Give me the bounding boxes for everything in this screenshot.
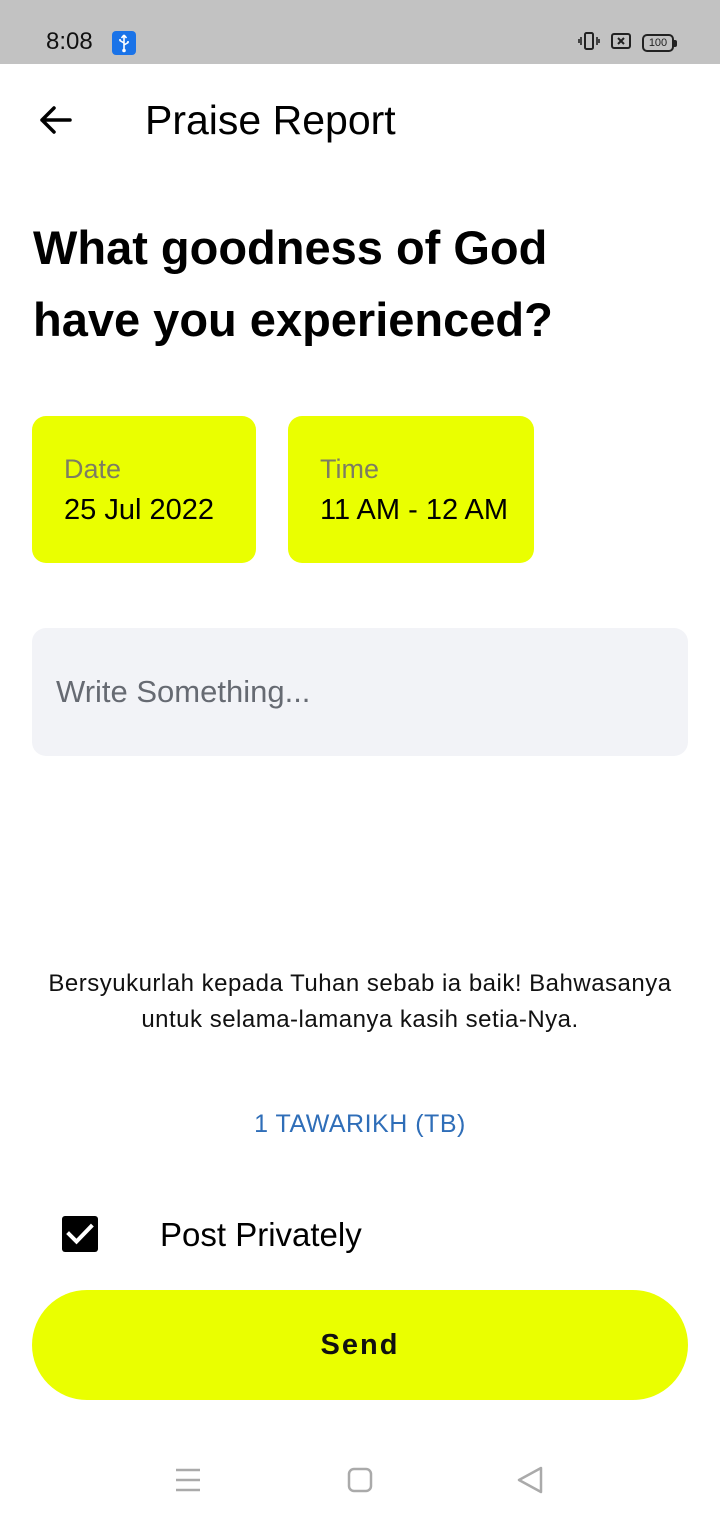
send-button[interactable]: Send [32,1290,688,1400]
headline-question: What goodness of God have you experience… [33,212,693,356]
home-button[interactable] [335,1460,385,1500]
date-value: 25 Jul 2022 [64,494,214,526]
checkmark-icon [62,1223,98,1256]
page-title: Praise Report [145,97,396,143]
home-square-icon [335,1467,385,1504]
vibrate-icon [578,30,600,57]
message-placeholder: Write Something... [56,674,311,709]
status-icons: 100 [578,30,677,57]
date-picker[interactable]: Date 25 Jul 2022 [32,416,256,563]
menu-icon [163,1468,213,1504]
usb-icon [112,31,136,55]
date-label: Date [64,454,122,484]
headline-line-2: have you experienced? [33,293,553,346]
verse-text: Bersyukurlah kepada Tuhan sebab ia baik!… [48,970,672,1033]
back-triangle-icon [505,1466,555,1504]
message-input[interactable]: Write Something... [32,628,688,756]
recent-apps-button[interactable] [163,1460,213,1500]
time-picker[interactable]: Time 11 AM - 12 AM [288,416,534,563]
app-header: Praise Report [0,64,720,176]
post-privately-label: Post Privately [160,1216,362,1253]
arrow-left-icon [30,106,82,144]
system-back-button[interactable] [505,1460,555,1500]
verse-reference-link[interactable]: 1 TAWARIKH (TB) [0,1110,720,1139]
back-button[interactable] [30,100,82,140]
time-value: 11 AM - 12 AM [320,494,509,526]
status-time: 8:08 [46,28,93,55]
battery-icon: 100 [642,34,677,52]
post-privately-checkbox[interactable] [62,1216,98,1252]
system-nav-bar [0,1440,720,1520]
time-label: Time [320,454,379,484]
headline-line-1: What goodness of God [33,221,548,274]
status-bar: 8:08 100 [0,0,720,64]
no-sim-icon [610,30,632,57]
